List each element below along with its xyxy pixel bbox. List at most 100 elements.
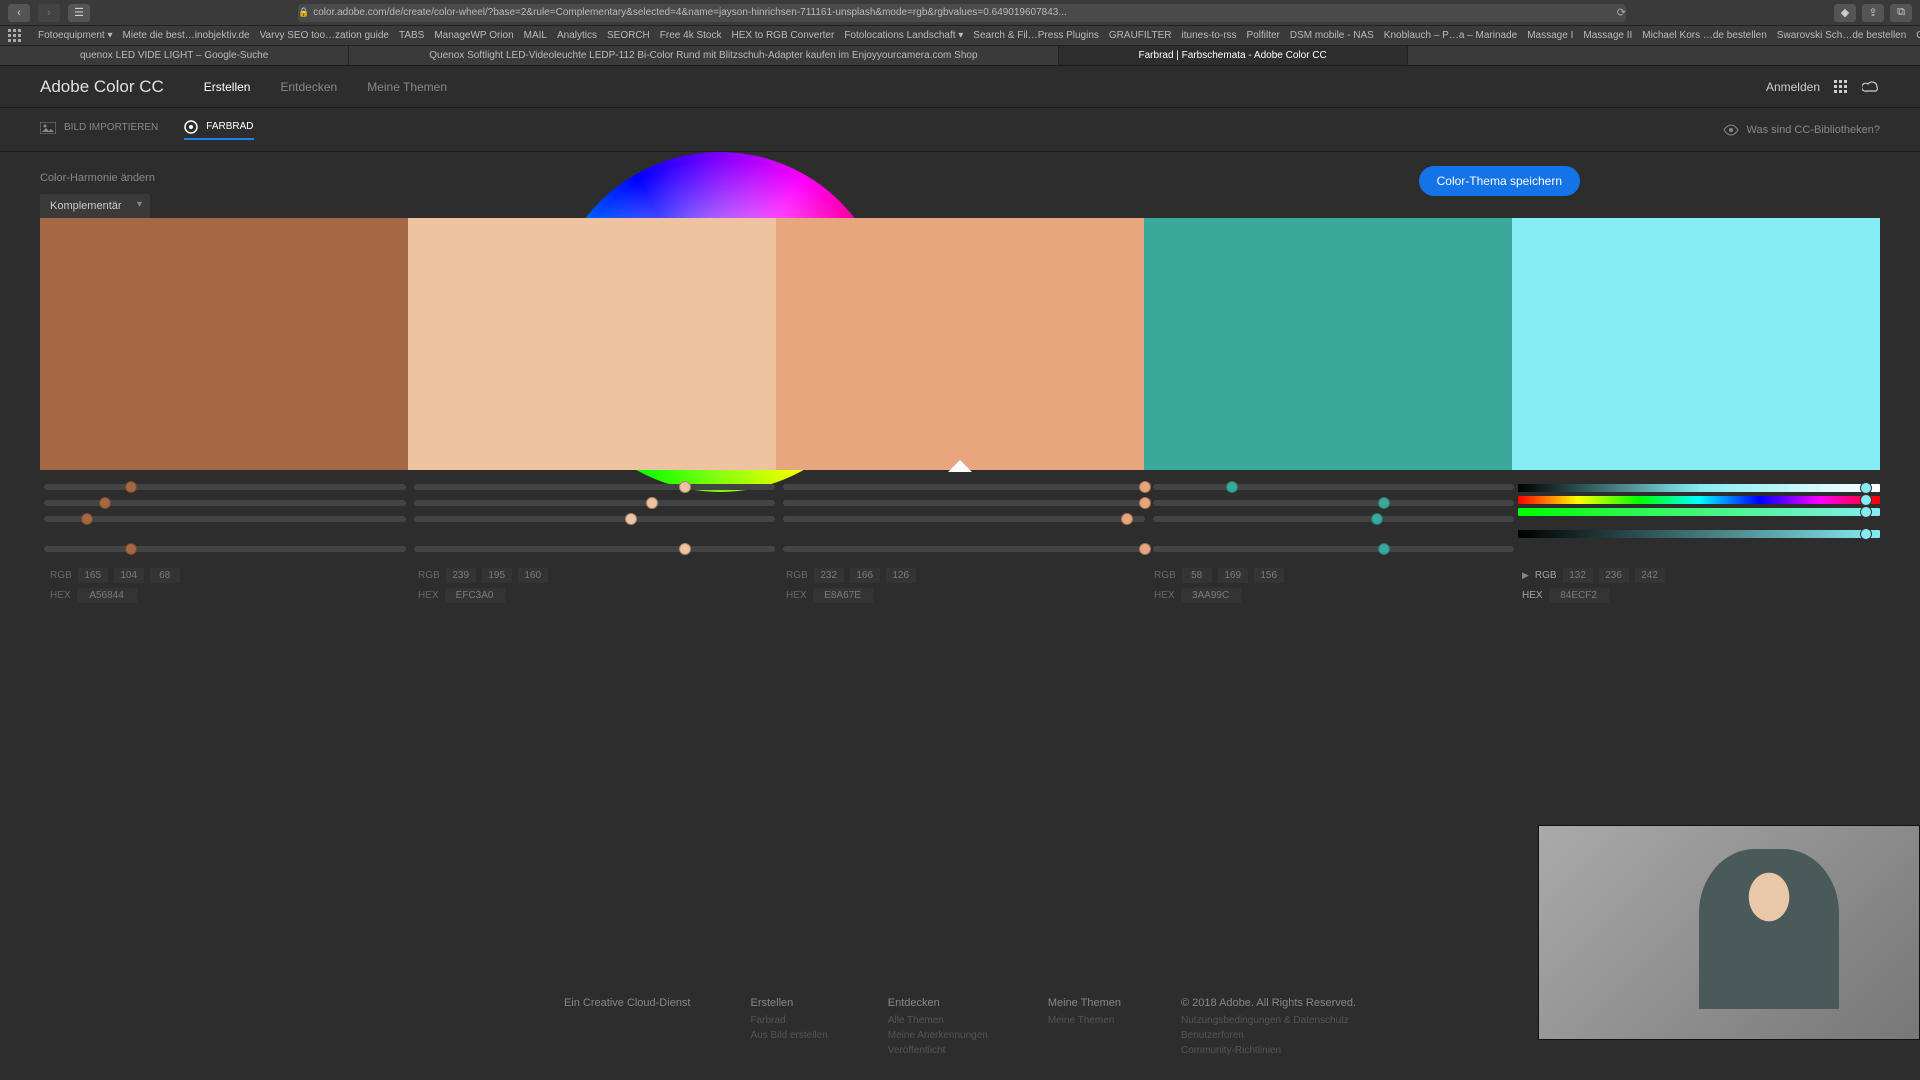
bookmark-item[interactable]: ManageWP Orion — [434, 30, 513, 41]
bookmark-item[interactable]: Knoblauch – P…a – Marinade — [1384, 30, 1517, 41]
slider-brightness[interactable] — [1153, 546, 1515, 552]
footer-link[interactable]: Benutzerforen — [1181, 1030, 1356, 1041]
footer-link[interactable]: Veröffentlicht — [888, 1045, 988, 1056]
slider-g[interactable] — [414, 500, 776, 506]
hex-input[interactable] — [813, 588, 873, 603]
slider-b[interactable] — [1153, 516, 1515, 522]
slider-r[interactable] — [1153, 484, 1515, 490]
slider-r[interactable] — [783, 484, 1145, 490]
swatch-3[interactable] — [776, 218, 1144, 470]
bookmark-item[interactable]: Search & Fil…Press Plugins — [973, 30, 1099, 41]
rgb-b-input[interactable] — [518, 568, 548, 583]
bookmark-item[interactable]: HEX to RGB Converter — [732, 30, 835, 41]
bookmark-item[interactable]: Fotoequipment ▾ — [38, 30, 113, 41]
detail-lightness[interactable] — [1518, 484, 1880, 492]
slider-r[interactable] — [414, 484, 776, 490]
grid-view-icon[interactable] — [1834, 80, 1848, 94]
nav-explore[interactable]: Entdecken — [280, 80, 337, 94]
bookmark-item[interactable]: GRAUFILTER — [1109, 30, 1172, 41]
rgb-r-input[interactable] — [1182, 568, 1212, 583]
footer-link[interactable]: Farbrad — [751, 1015, 828, 1026]
hex-input[interactable] — [1549, 588, 1609, 603]
slider-g[interactable] — [44, 500, 406, 506]
share-button[interactable]: ⇪ — [1862, 4, 1884, 22]
bookmark-item[interactable]: SEORCH — [607, 30, 650, 41]
bookmark-item[interactable]: Polfilter — [1247, 30, 1280, 41]
hex-input[interactable] — [77, 588, 137, 603]
rgb-b-input[interactable] — [1635, 568, 1665, 583]
bookmark-item[interactable]: Miete die best…inobjektiv.de — [123, 30, 250, 41]
rgb-g-input[interactable] — [1218, 568, 1248, 583]
bookmark-item[interactable]: TABS — [399, 30, 424, 41]
nav-create[interactable]: Erstellen — [204, 80, 251, 94]
rgb-r-input[interactable] — [814, 568, 844, 583]
rgb-g-input[interactable] — [1599, 568, 1629, 583]
extension-button[interactable]: ◆ — [1834, 4, 1856, 22]
footer-link[interactable]: Nutzungsbedingungen & Datenschutz — [1181, 1015, 1356, 1026]
import-image-button[interactable]: BILD IMPORTIEREN — [40, 122, 158, 138]
harmony-select[interactable]: Komplementär — [40, 194, 150, 218]
slider-b[interactable] — [44, 516, 406, 522]
bookmark-item[interactable]: Michael Kors …de bestellen — [1642, 30, 1767, 41]
save-theme-button[interactable]: Color-Thema speichern — [1419, 166, 1580, 196]
footer-link[interactable]: Meine Themen — [1048, 1015, 1121, 1026]
bookmark-item[interactable]: Massage II — [1583, 30, 1632, 41]
swatch-2[interactable] — [408, 218, 776, 470]
slider-brightness[interactable] — [44, 546, 406, 552]
reload-icon[interactable]: ⟳ — [1617, 6, 1626, 19]
rgb-g-input[interactable] — [482, 568, 512, 583]
footer-link[interactable]: Community-Richtlinien — [1181, 1045, 1356, 1056]
bookmark-item[interactable]: Fotolocations Landschaft ▾ — [844, 30, 963, 41]
main-area: Color-Harmonie ändern Komplementär Color… — [0, 152, 1920, 218]
libraries-link[interactable]: Was sind CC-Bibliotheken? — [1747, 124, 1880, 136]
detail-sat[interactable] — [1518, 508, 1880, 516]
bookmark-item[interactable]: DSM mobile - NAS — [1290, 30, 1374, 41]
footer-link[interactable]: Aus Bild erstellen — [751, 1030, 828, 1041]
back-button[interactable]: ‹ — [8, 4, 30, 22]
swatch-4[interactable] — [1144, 218, 1512, 470]
expand-icon[interactable]: ▶ — [1522, 570, 1529, 581]
rgb-r-input[interactable] — [1563, 568, 1593, 583]
rgb-g-input[interactable] — [114, 568, 144, 583]
hex-input[interactable] — [445, 588, 505, 603]
rgb-r-input[interactable] — [446, 568, 476, 583]
rgb-g-input[interactable] — [850, 568, 880, 583]
slider-brightness[interactable] — [414, 546, 776, 552]
bookmark-item[interactable]: itunes-to-rss — [1182, 30, 1237, 41]
detail-hue[interactable] — [1518, 496, 1880, 504]
bookmark-item[interactable]: MAIL — [524, 30, 547, 41]
footer-link[interactable]: Alle Themen — [888, 1015, 988, 1026]
rgb-r-input[interactable] — [78, 568, 108, 583]
slider-g[interactable] — [1153, 500, 1515, 506]
rgb-b-input[interactable] — [886, 568, 916, 583]
rgb-b-input[interactable] — [150, 568, 180, 583]
swatch-1[interactable] — [40, 218, 408, 470]
browser-tab[interactable]: quenox LED VIDE LIGHT – Google-Suche — [0, 46, 349, 65]
rgb-b-input[interactable] — [1254, 568, 1284, 583]
nav-mythemes[interactable]: Meine Themen — [367, 80, 447, 94]
slider-b[interactable] — [783, 516, 1145, 522]
bookmark-item[interactable]: Free 4k Stock — [660, 30, 722, 41]
hex-input[interactable] — [1181, 588, 1241, 603]
bookmark-item[interactable]: Analytics — [557, 30, 597, 41]
slider-b[interactable] — [414, 516, 776, 522]
bookmark-item[interactable]: Massage I — [1527, 30, 1573, 41]
sidebar-button[interactable]: ☰ — [68, 4, 90, 22]
bookmark-item[interactable]: Varvy SEO too…zation guide — [260, 30, 389, 41]
tabs-button[interactable]: ⧉ — [1890, 4, 1912, 22]
login-link[interactable]: Anmelden — [1766, 80, 1820, 94]
bookmark-item[interactable]: Swarovski Sch…de bestellen — [1777, 30, 1907, 41]
footer-link[interactable]: Meine Anerkennungen — [888, 1030, 988, 1041]
browser-tab[interactable]: Quenox Softlight LED-Videoleuchte LEDP-1… — [349, 46, 1058, 65]
swatch-5[interactable] — [1512, 218, 1880, 470]
color-wheel-button[interactable]: FARBRAD — [184, 120, 253, 140]
url-bar[interactable]: 🔒 color.adobe.com/de/create/color-wheel/… — [298, 4, 1626, 22]
cloud-icon[interactable] — [1862, 80, 1880, 94]
detail-value[interactable] — [1518, 530, 1880, 538]
browser-tab-active[interactable]: Farbrad | Farbschemata - Adobe Color CC — [1059, 46, 1408, 65]
slider-r[interactable] — [44, 484, 406, 490]
slider-brightness[interactable] — [783, 546, 1145, 552]
slider-g[interactable] — [783, 500, 1145, 506]
bookmark-item[interactable]: Open Broadcas… | Download — [1916, 30, 1920, 41]
apps-icon[interactable] — [8, 29, 22, 43]
